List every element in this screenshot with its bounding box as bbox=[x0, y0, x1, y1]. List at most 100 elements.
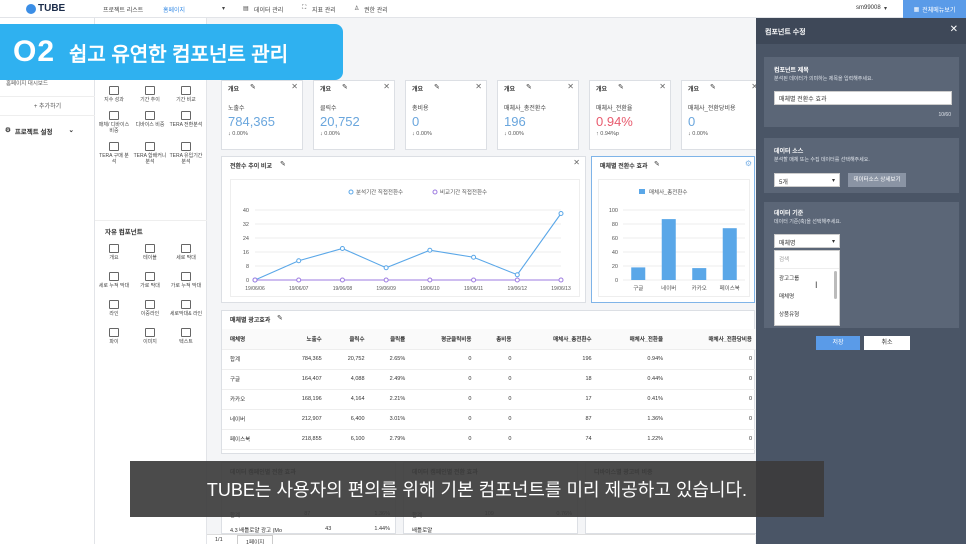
data-point[interactable] bbox=[471, 277, 477, 283]
dropdown-option[interactable]: 매체명 bbox=[775, 287, 839, 305]
kpi-label: 매체사_총전환수 bbox=[504, 106, 546, 112]
chevron-down-icon[interactable]: ▾ bbox=[222, 5, 225, 12]
preset-component-item[interactable]: 지수 성과 bbox=[97, 86, 131, 103]
table-row[interactable]: 카카오 168,196 4,164 2.21% 0 0 17 0.41% 0 bbox=[222, 389, 756, 410]
bar[interactable] bbox=[692, 268, 707, 280]
edit-icon[interactable]: ✎ bbox=[280, 160, 286, 168]
bar[interactable] bbox=[661, 219, 676, 280]
edit-icon[interactable]: ✎ bbox=[618, 83, 624, 91]
edit-icon[interactable]: ✎ bbox=[710, 83, 716, 91]
free-component-item[interactable]: 텍스트 bbox=[169, 328, 203, 345]
data-point[interactable] bbox=[514, 277, 520, 283]
dropdown-option[interactable]: 상품유형 bbox=[775, 305, 839, 323]
dashboard-label[interactable]: 홈페이지 대시보드 bbox=[6, 79, 48, 87]
all-menu-button[interactable]: ▦ 전체메뉴보기 bbox=[903, 0, 966, 18]
data-point[interactable] bbox=[471, 254, 477, 260]
table-row[interactable]: 구글 164,407 4,088 2.49% 0 0 18 0.44% 0 bbox=[222, 369, 756, 390]
logo[interactable]: TUBE bbox=[26, 3, 65, 14]
table-header: 매체사_전환당비용 bbox=[667, 329, 756, 350]
user-chevron-icon[interactable]: ▾ bbox=[884, 5, 887, 12]
free-component-item[interactable]: 파이 bbox=[97, 328, 131, 345]
component-title-input[interactable] bbox=[774, 91, 952, 105]
free-component-item[interactable]: 세로 누적 막대 bbox=[97, 272, 131, 289]
nav-metric-management[interactable]: 지표 관리 bbox=[312, 5, 336, 14]
source-select[interactable]: 5개 ▾ bbox=[774, 173, 840, 187]
close-icon[interactable]: ✕ bbox=[567, 82, 574, 91]
nav-permission-management[interactable]: 권한 관리 bbox=[364, 5, 388, 14]
table-cell: 0 bbox=[667, 389, 756, 410]
free-component-item[interactable]: 개요 bbox=[97, 244, 131, 261]
table-row[interactable]: 합계 784,365 20,752 2.65% 0 0 196 0.94% 0 bbox=[222, 349, 756, 370]
dropdown-search[interactable]: 검색 bbox=[775, 251, 839, 269]
edit-icon[interactable]: ✎ bbox=[434, 83, 440, 91]
data-point[interactable] bbox=[339, 277, 345, 283]
close-icon[interactable]: ✕ bbox=[573, 158, 580, 167]
settings-icon[interactable]: ⚙ bbox=[745, 159, 752, 168]
save-button[interactable]: 저장 bbox=[816, 336, 860, 350]
kpi-card[interactable]: 개요 ✎ ✕ 매체사_전환율 0.94% ↑ 0.94%p bbox=[589, 80, 671, 150]
preset-component-item[interactable]: 매체/ 디바이스 비중 bbox=[97, 111, 131, 134]
data-point[interactable] bbox=[514, 272, 520, 278]
edit-icon[interactable]: ✎ bbox=[654, 160, 660, 168]
free-component-item[interactable]: 세로막대& 라인 bbox=[169, 300, 203, 317]
data-point[interactable] bbox=[427, 277, 433, 283]
table-row[interactable]: 페이스북 218,855 6,100 2.79% 0 0 74 1.22% 0 bbox=[222, 429, 756, 450]
data-point[interactable] bbox=[383, 265, 389, 271]
kpi-card[interactable]: 개요 ✎ ✕ 클릭수 20,752 ↓ 0.00% bbox=[313, 80, 395, 150]
cancel-button[interactable]: 취소 bbox=[864, 336, 910, 350]
close-icon[interactable]: ✕ bbox=[475, 82, 482, 91]
line-chart-panel[interactable]: 전환수 추이 비교 ✎ ✕ 0 8 16 24 32 40 19/06/06 19/06/07… bbox=[221, 156, 586, 303]
preset-component-item[interactable]: TERA 합배커니 분석 bbox=[133, 142, 167, 165]
source-detail-button[interactable]: 데이터소스 상세보기 bbox=[848, 173, 906, 187]
add-dashboard-button[interactable]: + 추가하기 bbox=[0, 96, 95, 116]
nav-data-management[interactable]: 데이터 관리 bbox=[254, 5, 283, 14]
data-point[interactable] bbox=[339, 246, 345, 251]
preset-component-item[interactable]: TERA 구매 분석 bbox=[97, 142, 131, 165]
kpi-card[interactable]: 개요 ✎ ✕ 매체사_전환당비용 0 ↓ 0.00% bbox=[681, 80, 763, 150]
project-settings[interactable]: ⚙ 프로젝트 설정 ⌄ bbox=[5, 126, 74, 136]
kpi-card[interactable]: 개요 ✎ ✕ 매체사_총전환수 196 ↓ 0.00% bbox=[497, 80, 579, 150]
close-icon[interactable]: ✕ bbox=[659, 82, 666, 91]
preset-component-item[interactable]: 기간 추이 bbox=[133, 86, 167, 103]
data-point[interactable] bbox=[296, 277, 302, 283]
bar-chart-panel[interactable]: 매체별 전환수 효과 ✎ ⚙ 0 20 40 60 80 100 구글 네이버 카카오 페이스북 매… bbox=[591, 156, 755, 303]
edit-icon[interactable]: ✎ bbox=[342, 83, 348, 91]
edit-icon[interactable]: ✎ bbox=[250, 83, 256, 91]
data-point[interactable] bbox=[252, 277, 258, 283]
preset-component-item[interactable]: TERA 전환분석 bbox=[169, 111, 203, 134]
free-component-item[interactable]: 세로 막대 bbox=[169, 244, 203, 261]
data-point[interactable] bbox=[558, 277, 564, 283]
edit-icon[interactable]: ✎ bbox=[526, 83, 532, 91]
criteria-select[interactable]: 매체명 ▾ bbox=[774, 234, 840, 248]
preset-component-item[interactable]: 디바이스 비중 bbox=[133, 111, 167, 134]
free-component-item[interactable]: 가로 막대 bbox=[133, 272, 167, 289]
bar[interactable] bbox=[631, 267, 646, 280]
table-panel[interactable]: 매체별 광고효과 ✎ 매체명 노출수 클릭수 클릭률 평균클릭비용 총비용 매체사_총전환수… bbox=[221, 310, 756, 454]
page-tab[interactable]: 1페이지 bbox=[237, 535, 274, 544]
table-row[interactable]: 네이버 212,907 6,400 3.01% 0 0 87 1.36% 0 bbox=[222, 409, 756, 430]
close-icon[interactable]: ✕ bbox=[950, 24, 958, 35]
data-point[interactable] bbox=[383, 277, 389, 283]
free-component-item[interactable]: 테이블 bbox=[133, 244, 167, 261]
free-component-item[interactable]: 이미지 bbox=[133, 328, 167, 345]
data-point[interactable] bbox=[558, 211, 564, 216]
preset-component-item[interactable]: TERA 유입기간 분석 bbox=[169, 142, 203, 165]
data-point[interactable] bbox=[296, 258, 302, 264]
free-component-item[interactable]: 라인 bbox=[97, 300, 131, 317]
kpi-card[interactable]: 개요 ✎ ✕ 총비용 0 ↓ 0.00% bbox=[405, 80, 487, 150]
free-component-item[interactable]: 이중라인 bbox=[133, 300, 167, 317]
close-icon[interactable]: ✕ bbox=[291, 82, 298, 91]
kpi-card[interactable]: 개요 ✎ ✕ 노출수 784,365 ↓ 0.00% bbox=[221, 80, 303, 150]
preset-component-item[interactable]: 기간 비교 bbox=[169, 86, 203, 103]
banner-text: 쉽고 유연한 컴포넌트 관리 bbox=[69, 43, 289, 66]
dropdown-scrollbar[interactable] bbox=[834, 271, 837, 299]
free-component-item[interactable]: 가로 누적 막대 bbox=[169, 272, 203, 289]
bar[interactable] bbox=[722, 228, 737, 280]
edit-icon[interactable]: ✎ bbox=[277, 314, 283, 322]
data-point[interactable] bbox=[427, 247, 433, 253]
close-icon[interactable]: ✕ bbox=[383, 82, 390, 91]
nav-project-select[interactable]: 홈페이지 bbox=[163, 5, 185, 14]
user-menu[interactable]: sm99008 bbox=[856, 5, 881, 11]
nav-project-list[interactable]: 프로젝트 리스트 bbox=[103, 5, 143, 14]
dropdown-option[interactable]: 광고그룹 bbox=[775, 269, 839, 287]
